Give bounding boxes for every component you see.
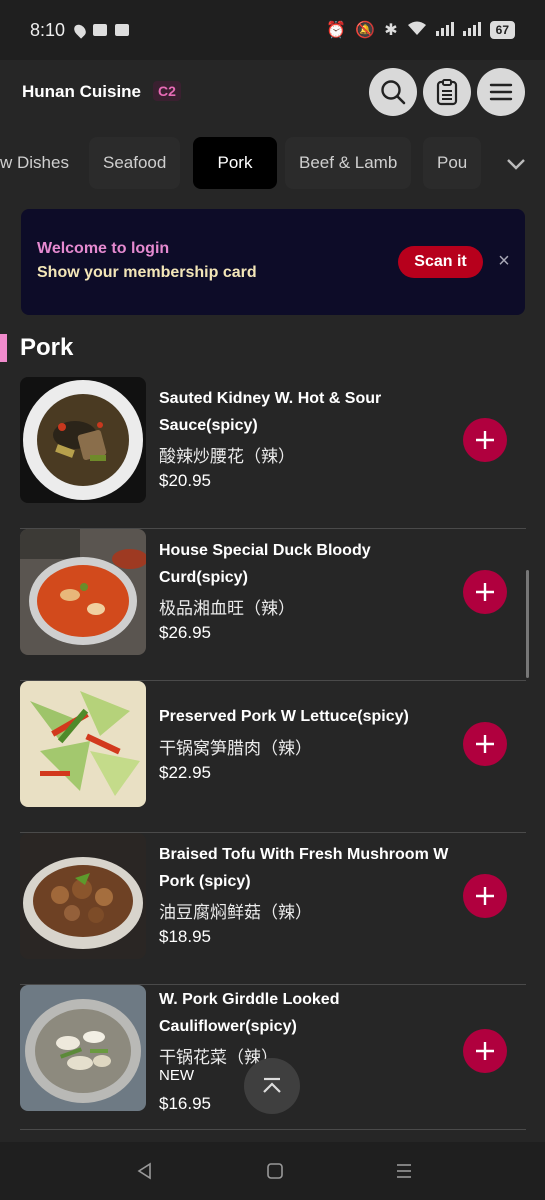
clipboard-icon (436, 79, 458, 106)
dish-photo (20, 833, 146, 959)
back-to-top-button[interactable] (244, 1058, 300, 1114)
recents-lines-icon (397, 1164, 411, 1178)
dish-name-chinese: 极品湘血旺（辣） (159, 599, 295, 618)
plus-icon (476, 431, 494, 449)
dish-photo (20, 529, 146, 655)
dish-name: Sauted Kidney W. Hot & Sour Sauce(spicy) (159, 390, 382, 434)
bluetooth-icon: ✱ (384, 22, 398, 39)
alarm-icon: ⏰ (326, 22, 347, 39)
wifi-icon (407, 20, 427, 41)
more-categories-button[interactable] (487, 135, 545, 193)
scrollbar[interactable] (526, 570, 529, 678)
scan-button[interactable]: Scan it (398, 246, 483, 278)
dish-photo (20, 681, 146, 807)
menu-item[interactable]: Sauted Kidney W. Hot & Sour Sauce(spicy)… (20, 377, 526, 529)
section-title: Pork (20, 334, 74, 361)
new-badge: NEW (159, 1067, 194, 1084)
dish-name-chinese: 油豆腐焖鲜菇（辣） (159, 903, 312, 922)
tab-pork[interactable]: Pork (193, 137, 277, 189)
signal-icon-2 (462, 21, 481, 39)
dish-price: $20.95 (159, 471, 211, 490)
chevron-down-icon (507, 159, 525, 170)
banner-membership-text: Show your membership card (37, 264, 257, 281)
section-marker (0, 334, 7, 362)
menu-item[interactable]: Preserved Pork W Lettuce(spicy) 干锅窝笋腊肉（辣… (20, 681, 526, 833)
home-button[interactable] (260, 1156, 290, 1186)
banner-welcome-text: Welcome to login (37, 240, 170, 257)
menu-item[interactable]: Braised Tofu With Fresh Mushroom W Pork … (20, 833, 526, 985)
dish-price: $16.95 (159, 1094, 211, 1113)
hamburger-icon (489, 83, 513, 101)
plus-icon (476, 583, 494, 601)
dish-name-chinese: 干锅窝笋腊肉（辣） (159, 739, 312, 758)
menu-button[interactable] (477, 68, 525, 116)
status-time: 8:10 (30, 19, 66, 40)
dish-photo (20, 377, 146, 503)
dish-price: $18.95 (159, 927, 211, 946)
search-icon (381, 80, 406, 105)
mute-icon: 🔕 (355, 22, 376, 39)
tab-seafood[interactable]: Seafood (89, 137, 181, 189)
dish-name: House Special Duck Bloody Curd(spicy) (159, 542, 371, 586)
tab-poultry[interactable]: Pou (423, 137, 482, 189)
dish-photo (20, 985, 146, 1111)
dish-price: $26.95 (159, 623, 211, 642)
order-list-button[interactable] (423, 68, 471, 116)
tab-new-dishes[interactable]: w Dishes (0, 137, 83, 189)
location-icon (71, 21, 89, 39)
add-to-cart-button[interactable] (463, 1029, 507, 1073)
home-square-icon (267, 1163, 283, 1179)
add-to-cart-button[interactable] (463, 418, 507, 462)
back-button[interactable] (130, 1156, 160, 1186)
dish-price: $22.95 (159, 763, 211, 782)
signal-icon (435, 21, 454, 39)
message-icon (115, 24, 130, 36)
category-tabs: w Dishes Seafood Pork Beef & Lamb Pou (0, 135, 545, 193)
plus-icon (476, 1042, 494, 1060)
membership-banner: Welcome to login Show your membership ca… (21, 209, 525, 315)
menu-item[interactable]: House Special Duck Bloody Curd(spicy) 极品… (20, 529, 526, 681)
mail-icon (93, 24, 108, 36)
table-badge: C2 (153, 81, 181, 101)
system-nav-bar (0, 1142, 545, 1200)
tab-beef-lamb[interactable]: Beef & Lamb (285, 137, 412, 189)
recents-button[interactable] (389, 1156, 419, 1186)
add-to-cart-button[interactable] (463, 570, 507, 614)
add-to-cart-button[interactable] (463, 874, 507, 918)
add-to-cart-button[interactable] (463, 722, 507, 766)
dish-name-chinese: 酸辣炒腰花（辣） (159, 447, 295, 466)
dish-name: W. Pork Girddle Looked Cauliflower(spicy… (159, 991, 340, 1035)
search-button[interactable] (369, 68, 417, 116)
back-triangle-icon (137, 1162, 151, 1180)
plus-icon (476, 887, 494, 905)
plus-icon (476, 735, 494, 753)
restaurant-name: Hunan Cuisine (22, 82, 142, 101)
dish-name: Preserved Pork W Lettuce(spicy) (159, 708, 409, 725)
banner-close-button[interactable]: × (493, 249, 515, 273)
arrow-up-to-top-icon (263, 1077, 281, 1093)
dish-name: Braised Tofu With Fresh Mushroom W Pork … (159, 846, 449, 890)
battery-indicator: 67 (489, 21, 515, 39)
app-header: Hunan Cuisine C2 (0, 60, 545, 130)
status-bar: 8:10 ⏰ 🔕 ✱ 67 (0, 0, 545, 60)
